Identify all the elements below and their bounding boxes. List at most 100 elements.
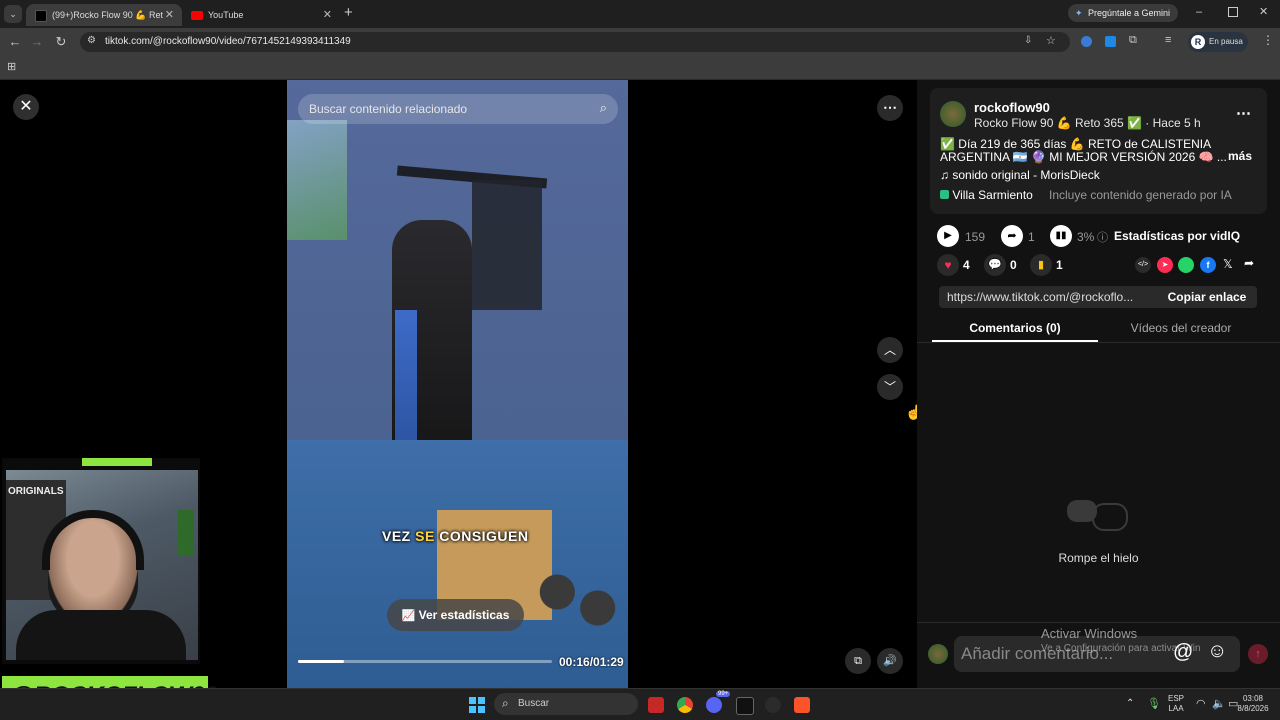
minimize-button[interactable]: – (1196, 6, 1202, 18)
next-video-button[interactable]: ﹀ (877, 374, 903, 400)
close-tab-icon[interactable]: ✕ (165, 4, 174, 26)
app-icon-5[interactable] (765, 697, 781, 713)
more-link[interactable]: más (1228, 149, 1252, 163)
volume-button[interactable]: 🔊 (877, 648, 903, 674)
whatsapp-icon[interactable] (1178, 257, 1194, 273)
reading-list-icon[interactable]: ≡ (1165, 34, 1171, 46)
language-indicator[interactable]: ESP LAA (1168, 694, 1184, 714)
more-share-icon[interactable]: ➦ (1244, 256, 1254, 270)
facebook-icon[interactable]: f (1200, 257, 1216, 273)
site-info-icon[interactable]: ⚙ (87, 35, 96, 46)
hoodie (16, 610, 186, 660)
comment-input[interactable]: Añadir comentario... @ ☺ (954, 636, 1240, 672)
close-video-button[interactable]: ✕ (13, 94, 39, 120)
new-tab-button[interactable]: + (344, 4, 353, 21)
embed-icon[interactable]: </> (1135, 257, 1151, 273)
previous-video-button[interactable]: ︿ (877, 337, 903, 363)
app-icon-1[interactable] (648, 697, 664, 713)
extension-icon-2[interactable] (1105, 36, 1116, 47)
video-caption: VEZ SE CONSIGUEN (382, 528, 529, 544)
floating-player-button[interactable]: ⧉ (845, 648, 871, 674)
webcam-overlay: ORIGINALS (2, 458, 200, 664)
apps-grid-icon[interactable]: ⊞ (7, 60, 16, 73)
x-twitter-icon[interactable]: 𝕏 (1223, 257, 1233, 271)
send-icon[interactable]: ➤ (1157, 257, 1173, 273)
related-search-input[interactable]: Buscar contenido relacionado ⌕ (298, 94, 618, 124)
gemini-button[interactable]: ✦ Pregúntale a Gemini (1068, 4, 1179, 22)
webcam-feed: ORIGINALS (6, 470, 198, 660)
bookmark-star-icon[interactable]: ☆ (1046, 34, 1056, 47)
creator-username[interactable]: rockoflow90 (974, 100, 1050, 115)
tab-comments[interactable]: Comentarios (0) (932, 321, 1098, 335)
extension-icon-1[interactable] (1081, 36, 1092, 47)
webcam-top-accent (82, 458, 152, 466)
save-button[interactable]: ▮ (1030, 254, 1052, 276)
vidiq-stats-label[interactable]: Estadísticas por vidIQ (1114, 229, 1240, 243)
reload-button[interactable]: ↻ (52, 33, 70, 51)
dumbbells (527, 560, 628, 640)
search-icon[interactable]: ⌕ (600, 100, 607, 116)
details-panel: rockoflow90 Rocko Flow 90 💪 Reto 365 ✅ ·… (917, 80, 1280, 688)
post-menu-icon[interactable]: ⋯ (1236, 104, 1251, 122)
forward-button[interactable]: → (28, 33, 46, 51)
location-row[interactable]: Villa Sarmiento (940, 188, 1033, 202)
speaker-icon[interactable]: 🔈 (1212, 697, 1226, 710)
tab-strip: ⌄ (99+)Rocko Flow 90 💪 Ret ✕ YouTube ✕ +… (0, 0, 1280, 28)
emoji-icon[interactable]: ☺ (1207, 640, 1227, 663)
like-button[interactable]: ♥ (937, 254, 959, 276)
start-button[interactable] (469, 697, 485, 713)
bottle (178, 510, 194, 556)
install-app-icon[interactable]: ⇩ (1024, 35, 1032, 46)
link-field[interactable]: https://www.tiktok.com/@rockoflo... (939, 286, 1157, 308)
post-comment-button[interactable]: ↑ (1248, 644, 1268, 664)
caption-word: CONSIGUEN (439, 528, 529, 544)
chat-bubbles-icon (1062, 495, 1132, 535)
tab-youtube[interactable]: YouTube ✕ (182, 4, 340, 26)
more-options-button[interactable]: ⋯ (877, 95, 903, 121)
close-window-button[interactable]: ✕ (1259, 5, 1268, 18)
capcut-icon[interactable] (736, 697, 754, 715)
tab-creator-videos[interactable]: Vídeos del creador (1098, 321, 1264, 335)
mic-icon[interactable]: 🎙 (1147, 697, 1161, 710)
maximize-button[interactable] (1228, 7, 1238, 17)
tab-search-button[interactable]: ⌄ (4, 5, 22, 23)
url-text: tiktok.com/@rockoflow90/video/7671452149… (105, 36, 351, 47)
video-player[interactable]: Buscar contenido relacionado ⌕ VEZ SE CO… (287, 80, 628, 688)
view-stats-button[interactable]: 📈 Ver estadísticas (387, 599, 524, 631)
copy-link-button[interactable]: Copiar enlace (1157, 286, 1257, 308)
tabs-divider (917, 342, 1280, 343)
comment-count: 0 (1010, 258, 1017, 272)
tray-chevron-icon[interactable]: ⌃ (1126, 698, 1134, 709)
chrome-icon[interactable] (677, 697, 693, 713)
sound-label: sonido original - MorisDieck (952, 168, 1100, 182)
activation-watermark-title: Activar Windows (1041, 626, 1138, 641)
wifi-icon[interactable]: ◠ (1196, 697, 1206, 710)
info-icon[interactable]: ⓘ (1097, 229, 1108, 245)
close-tab-icon[interactable]: ✕ (323, 4, 332, 26)
address-bar[interactable]: ⚙ tiktok.com/@rockoflow90/video/76714521… (80, 32, 1070, 52)
share-count: 1 (1028, 230, 1035, 244)
sound-row[interactable]: ♫ sonido original - MorisDieck (940, 168, 1100, 182)
view-stats-label: Ver estadísticas (418, 608, 510, 622)
caption-word: VEZ (382, 528, 411, 544)
progress-track[interactable] (298, 660, 552, 663)
comment-button[interactable]: 💬 (984, 254, 1006, 276)
language-code: ESP (1168, 694, 1185, 703)
menu-kebab-icon[interactable]: ⋮ (1262, 33, 1274, 47)
share-count-icon: ➦ (1001, 225, 1023, 247)
gemini-icon: ✦ (1075, 8, 1083, 18)
discord-icon[interactable] (706, 697, 722, 713)
profile-button[interactable]: R En pausa (1188, 32, 1248, 52)
extensions-puzzle-icon[interactable]: ⧉ (1129, 34, 1137, 47)
tab-youtube-label: YouTube (208, 10, 244, 20)
tab-tiktok[interactable]: (99+)Rocko Flow 90 💪 Ret ✕ (26, 4, 182, 26)
taskbar-search[interactable]: ⌕ Buscar (494, 693, 638, 715)
brave-icon[interactable] (794, 697, 810, 713)
creator-avatar[interactable] (940, 101, 966, 127)
toolbar: ← → ↻ ⚙ tiktok.com/@rockoflow90/video/76… (0, 28, 1280, 56)
creator-subtitle: Rocko Flow 90 💪 Reto 365 ✅ · Hace 5 h (974, 116, 1201, 130)
back-button[interactable]: ← (6, 33, 24, 51)
music-note-icon: ♫ (940, 168, 949, 182)
clock-time: 03:08 (1242, 694, 1264, 703)
clock[interactable]: 03:08 8/8/2026 (1232, 694, 1274, 714)
